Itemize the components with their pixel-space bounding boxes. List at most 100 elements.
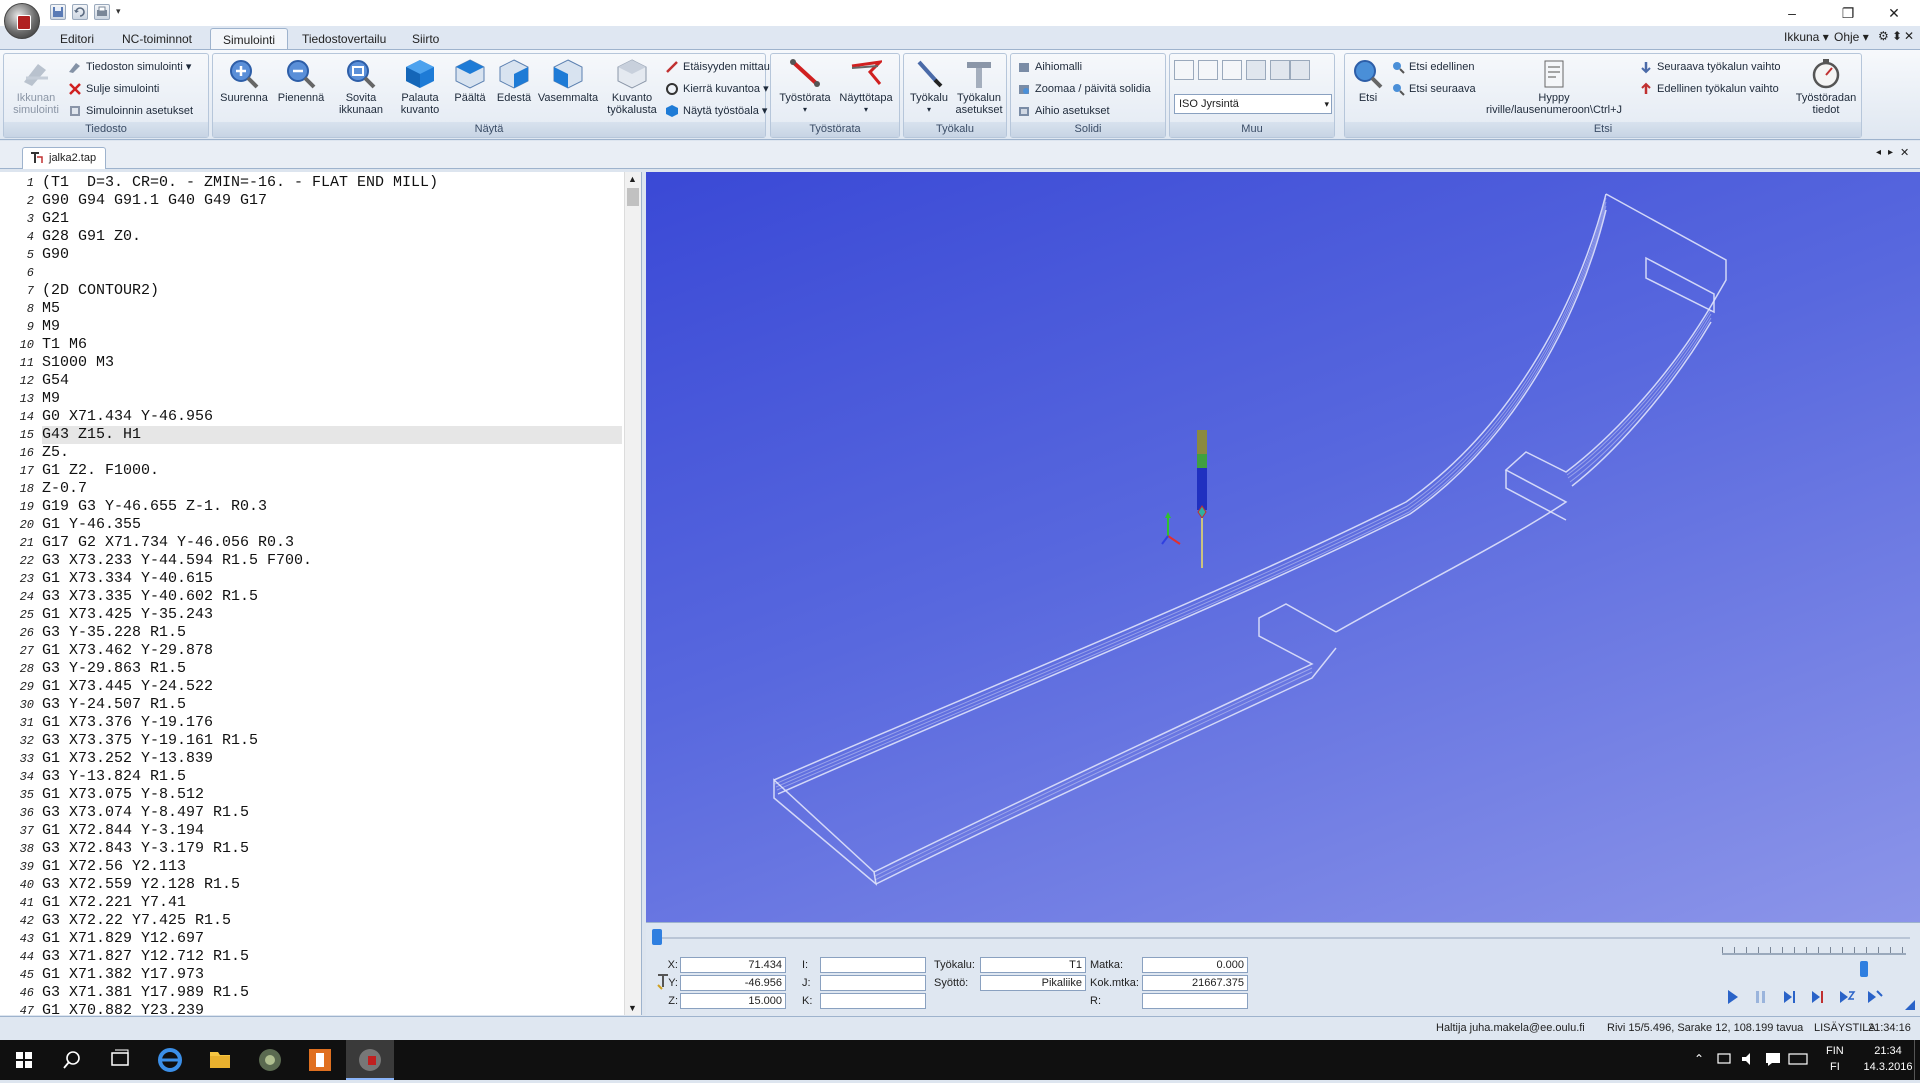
keyboard-icon[interactable] (1788, 1051, 1808, 1067)
code-line[interactable]: G1 X73.462 Y-29.878 (42, 642, 622, 660)
paalta-button[interactable]: Päältä (449, 58, 491, 104)
simulation-viewport[interactable] (646, 172, 1920, 922)
code-line[interactable]: (2D CONTOUR2) (42, 282, 622, 300)
code-line[interactable]: G1 Z2. F1000. (42, 462, 622, 480)
network-icon[interactable] (1716, 1051, 1734, 1067)
edge-browser-icon[interactable] (146, 1040, 194, 1080)
code-line[interactable]: G1 X72.221 Y7.41 (42, 894, 622, 912)
file-explorer-icon[interactable] (196, 1040, 244, 1080)
tab-editori[interactable]: Editori (48, 28, 106, 50)
machine-type-select[interactable]: ISO Jyrsintä ▾ (1174, 94, 1332, 114)
maximize-button[interactable]: ❐ (1828, 2, 1868, 24)
code-line[interactable]: G0 X71.434 Y-46.956 (42, 408, 622, 426)
aihiomalli-button[interactable]: Aihiomalli (1017, 58, 1082, 76)
tiedoston-simulointi-button[interactable]: Tiedoston simulointi ▾ (68, 58, 191, 76)
speed-slider-thumb[interactable] (1859, 961, 1868, 977)
code-line[interactable]: G1 X73.445 Y-24.522 (42, 678, 622, 696)
step-icon[interactable] (1780, 987, 1800, 1007)
tray-chevron-icon[interactable]: ⌃ (1694, 1052, 1704, 1066)
nayttotapa-button[interactable]: Näyttötapa ▾ (835, 58, 897, 116)
suurenna-button[interactable]: Suurenna (217, 58, 271, 104)
tyostorata-button[interactable]: Työstörata ▾ (775, 58, 835, 116)
kierra-kuvantoa-button[interactable]: Kierrä kuvantoa ▾ (665, 80, 769, 98)
sulje-simulointi-button[interactable]: Sulje simulointi (68, 80, 159, 98)
scroll-down-icon[interactable]: ▼ (628, 1003, 637, 1013)
code-line[interactable]: G3 X71.381 Y17.989 R1.5 (42, 984, 622, 1002)
etsi-button[interactable]: Etsi (1349, 58, 1387, 104)
code-line[interactable]: G1 X72.844 Y-3.194 (42, 822, 622, 840)
code-line[interactable]: G3 Y-24.507 R1.5 (42, 696, 622, 714)
tyostoradan-tiedot-button[interactable]: Työstöradan tiedot (1791, 58, 1861, 116)
code-line[interactable]: G28 G91 Z0. (42, 228, 622, 246)
code-line[interactable]: T1 M6 (42, 336, 622, 354)
code-line[interactable]: Z-0.7 (42, 480, 622, 498)
progress-track[interactable] (656, 937, 1910, 939)
expand-icon[interactable] (1174, 60, 1194, 80)
taskbar-date[interactable]: 14.3.2016 (1858, 1061, 1918, 1073)
step-tool-icon[interactable] (1808, 987, 1828, 1007)
code-line[interactable]: G1 X71.382 Y17.973 (42, 966, 622, 984)
code-line[interactable]: G1 X73.376 Y-19.176 (42, 714, 622, 732)
code-line[interactable]: Z5. (42, 444, 622, 462)
code-line[interactable]: G3 X73.233 Y-44.594 R1.5 F700. (42, 552, 622, 570)
zoomaa-solidia-button[interactable]: Zoomaa / päivitä solidia (1017, 80, 1151, 98)
windows-start-icon[interactable] (0, 1040, 48, 1080)
list-icon[interactable] (1270, 60, 1290, 80)
ohje-menu[interactable]: Ohje ▾ (1834, 30, 1869, 44)
resize-grip-icon[interactable] (1904, 999, 1916, 1011)
code-line[interactable]: G1 X73.075 Y-8.512 (42, 786, 622, 804)
etsi-seuraava-button[interactable]: Etsi seuraava (1391, 80, 1476, 98)
hyppy-button[interactable]: Hyppy riville/lausenumeroon\Ctrl+J (1475, 58, 1633, 116)
code-line[interactable]: G3 X73.074 Y-8.497 R1.5 (42, 804, 622, 822)
nc-editor-app-icon[interactable] (346, 1040, 394, 1080)
tab-close-icon[interactable]: ✕ (1900, 146, 1909, 159)
code-line[interactable]: (T1 D=3. CR=0. - ZMIN=-16. - FLAT END MI… (42, 174, 622, 192)
aihio-asetukset-button[interactable]: Aihio asetukset (1017, 102, 1110, 120)
palauta-kuvanto-button[interactable]: Palauta kuvanto (393, 58, 447, 116)
vertical-scrollbar[interactable]: ▲ ▼ (624, 172, 641, 1015)
tab-scroll-left-icon[interactable]: ◂ (1876, 147, 1881, 158)
app-menu-button[interactable] (4, 3, 40, 39)
simuloinnin-asetukset-button[interactable]: Simuloinnin asetukset (68, 102, 193, 120)
code-line[interactable]: M5 (42, 300, 622, 318)
grid-icon[interactable] (1246, 60, 1266, 80)
code-line[interactable]: G3 Y-29.863 R1.5 (42, 660, 622, 678)
tyokalun-asetukset-button[interactable]: Työkalun asetukset (952, 58, 1006, 116)
code-line[interactable]: G43 Z15. H1 (42, 426, 622, 444)
code-line[interactable]: G3 X71.827 Y12.712 R1.5 (42, 948, 622, 966)
progress-thumb[interactable] (652, 929, 662, 945)
search-icon[interactable] (48, 1040, 96, 1080)
code-line[interactable]: G1 X73.334 Y-40.615 (42, 570, 622, 588)
options-icon[interactable]: ⚙ (1878, 29, 1889, 43)
ikkuna-menu[interactable]: Ikkuna ▾ (1784, 30, 1829, 44)
code-line[interactable]: G90 (42, 246, 622, 264)
vasemmalta-button[interactable]: Vasemmalta (535, 58, 601, 104)
dropdown-arrow-icon[interactable]: ▾ (116, 6, 121, 17)
code-line[interactable]: G3 X72.22 Y7.425 R1.5 (42, 912, 622, 930)
taskbar-clock[interactable]: 21:34 (1870, 1045, 1906, 1057)
code-line[interactable]: G3 X72.559 Y2.128 R1.5 (42, 876, 622, 894)
scroll-thumb[interactable] (627, 188, 639, 206)
code-line[interactable]: M9 (42, 390, 622, 408)
sovita-ikkunaan-button[interactable]: Sovita ikkunaan (331, 58, 391, 116)
code-line[interactable]: G1 X73.425 Y-35.243 (42, 606, 622, 624)
code-line[interactable]: G3 X72.843 Y-3.179 R1.5 (42, 840, 622, 858)
code-line[interactable]: G1 X73.252 Y-13.839 (42, 750, 622, 768)
code-line[interactable]: G1 Y-46.355 (42, 516, 622, 534)
code-line[interactable]: G19 G3 Y-46.655 Z-1. R0.3 (42, 498, 622, 516)
language-code[interactable]: FIN (1826, 1045, 1844, 1057)
code-line[interactable]: M9 (42, 318, 622, 336)
code-line[interactable]: G1 X72.56 Y2.113 (42, 858, 622, 876)
document-tab[interactable]: jalka2.tap (22, 147, 106, 169)
close-small-icon[interactable]: ✕ (1904, 29, 1914, 43)
cam-app-icon[interactable] (246, 1040, 294, 1080)
pause-icon[interactable] (1752, 987, 1770, 1007)
window-icon[interactable] (1198, 60, 1218, 80)
edellinen-tyokalun-vaihto-button[interactable]: Edellinen työkalun vaihto (1639, 80, 1779, 98)
code-line[interactable] (42, 264, 622, 282)
volume-icon[interactable] (1740, 1051, 1758, 1067)
play-icon[interactable] (1723, 987, 1741, 1007)
code-line[interactable]: G1 X71.829 Y12.697 (42, 930, 622, 948)
etaisyyden-mittaus-button[interactable]: Etäisyyden mittaus (665, 58, 775, 76)
restore-icon[interactable]: ⬍ (1892, 29, 1902, 43)
